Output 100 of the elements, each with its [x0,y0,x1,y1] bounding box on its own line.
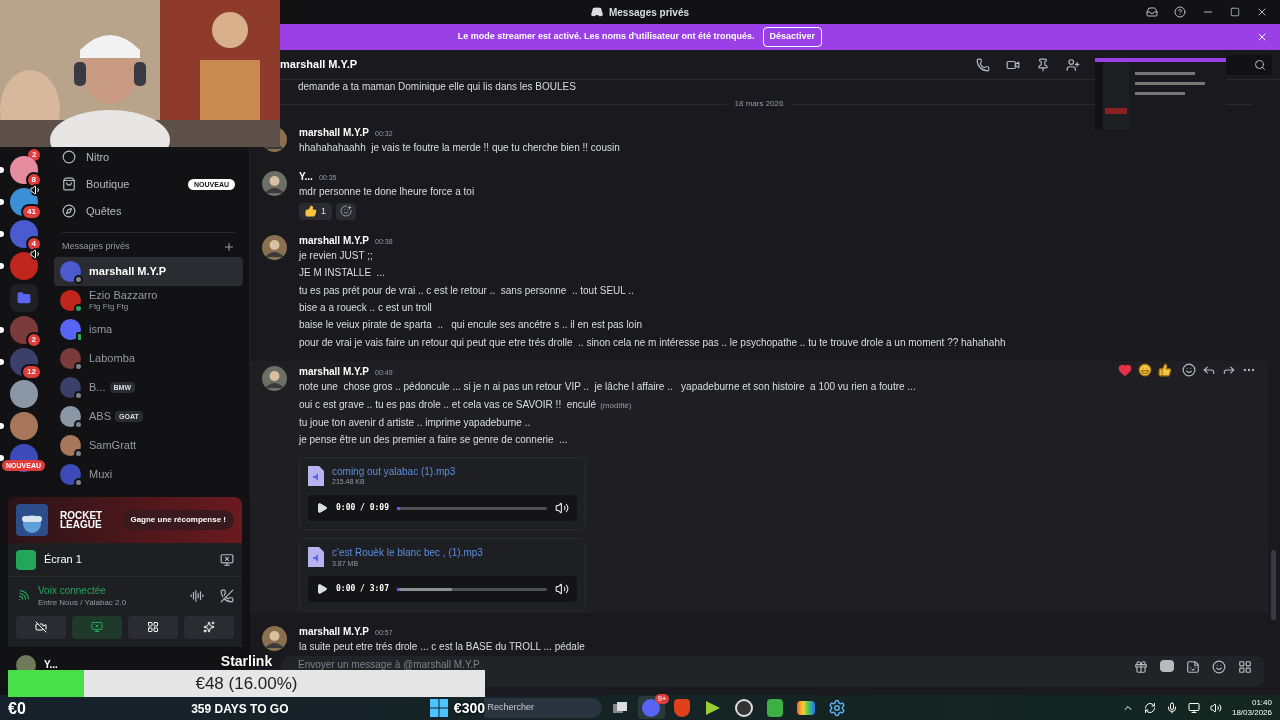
close-icon[interactable] [1256,31,1268,43]
goal-start: €0 [8,698,26,719]
dm-item[interactable]: Muxi [54,460,243,489]
notification-badge: 12 [21,364,42,380]
dm-item[interactable]: marshall M.Y.P [54,257,243,286]
avatar [262,171,287,197]
add-user-icon[interactable] [1066,57,1080,72]
hang-up-icon[interactable] [220,589,234,604]
dm-item[interactable]: isma [54,315,243,344]
voice-button[interactable] [72,615,122,639]
server-folder[interactable] [10,284,38,312]
sync-icon[interactable] [1143,701,1156,714]
file-link[interactable]: coming out yalabac (1).mp3 [332,465,456,479]
help-icon[interactable] [1174,6,1186,18]
promo-banner[interactable]: ROCKET LEAGUE Gagne une récompense ! [8,497,242,543]
voice-button[interactable] [128,615,178,639]
dm-name: B... [89,380,106,395]
disable-button[interactable]: Désactiver [762,27,823,47]
search-icon [1254,58,1266,71]
game-title: ROCKET LEAGUE [60,511,104,529]
heart-icon[interactable] [1118,363,1132,378]
compass-icon [62,204,76,218]
task-view-icon[interactable] [611,699,628,716]
add-reaction-icon [340,205,352,218]
audio-icon[interactable] [190,589,204,604]
stop-stream-icon[interactable] [220,552,234,567]
close-icon[interactable] [1256,6,1268,18]
stream-title: Écran 1 [44,552,83,568]
ring-icon [62,150,76,164]
thumbs-up-icon[interactable] [1158,363,1172,378]
server-icon[interactable]: 8 [10,156,38,184]
message-text: bise a a roueck .. c est un troll [299,301,433,316]
clock-date: 18/03/2026 [1231,707,1272,718]
playback-time: 0:00 / 0:09 [336,502,389,515]
message-text: tu es pas prét pour de vrai .. c est le retour .. sans personne .. tout SEUL .. [299,283,635,298]
date-divider: 18 mars 2026 [734,98,784,110]
camera-off-icon [35,621,47,633]
audio-file-icon [308,547,324,568]
avatar [262,626,287,652]
message-text: je pense être un des premier a faire se genre de connerie ... [299,433,569,448]
seek-track[interactable] [397,587,547,591]
voice-button[interactable] [16,615,66,639]
notification-badge: 8 [25,172,42,188]
phone-icon[interactable] [976,57,990,72]
inbox-icon[interactable] [1146,6,1158,18]
nav-item[interactable]: Quêtes [54,201,243,221]
dm-name: Muxi [89,467,113,482]
author-name[interactable]: Y... [299,169,313,185]
dm-name: Ezio Bazzarro [89,288,158,303]
gift-icon [1134,660,1148,674]
emoji-icon [1212,660,1226,674]
message-text: note une chose gros .. pédoncule ... si je n ai pas un retour VIP .. je lâche l affaire .. yapadeburne et son histoire a 100 vu rien a foutre ... [299,380,916,395]
emoji-icon[interactable] [1182,363,1196,378]
dm-item[interactable]: Ezio Bazzarro Ftg Ftg Ftg [54,286,243,315]
mic-icon[interactable] [1165,701,1178,714]
server-icon[interactable] [10,380,38,408]
message-text: hhahahahaahh je vais te foutre la merde !! que tu cherche bien !! cousin [299,141,620,155]
message-text: je revien JUST ;; [299,248,374,263]
play-icon[interactable] [316,502,328,515]
goal-target: €300 [453,699,485,718]
voice-status: Voix connectée [38,585,107,598]
server-icon[interactable]: 4 [10,220,38,248]
author-name[interactable]: marshall M.Y.P [299,125,370,140]
dm-name: isma [89,322,113,337]
dm-item[interactable]: SamGratt [54,431,243,460]
search-field[interactable] [1226,54,1272,75]
reaction[interactable]: 1 [299,202,332,220]
windows-start-icon[interactable] [429,698,448,717]
seek-track[interactable] [397,506,547,510]
author-name[interactable]: marshall M.Y.P [299,232,370,248]
add-reaction-button[interactable] [336,202,356,220]
thumbs-up-icon [305,205,317,218]
dm-item[interactable]: Labomba [54,344,243,373]
author-name[interactable]: marshall M.Y.P [299,624,370,640]
playback-time: 0:00 / 3:07 [336,583,389,596]
voice-button[interactable] [184,615,234,639]
server-icon[interactable]: 2 [10,316,38,344]
dm-name: marshall M.Y.P [89,264,167,279]
play-icon[interactable] [316,583,328,596]
network-icon[interactable] [1187,701,1200,714]
file-link[interactable]: c'est Rouèk le blanc bec , (1).mp3 [332,547,483,560]
reward-button[interactable]: Gagne une récompense ! [122,510,234,530]
add-icon[interactable] [223,241,235,253]
dm-name: Labomba [89,351,135,366]
volume-icon[interactable] [555,501,569,516]
screen-share-icon [16,549,36,570]
laughing-face-icon[interactable] [1138,363,1152,378]
message-text: pour de vrai je vais faire un retour qui peut que etre trés drolle .. sinon cela ne m intéresse pas .. le psychopathe .. tu te trouve drole a un moment ?? hahahahh [299,335,1006,350]
section-title: Messages privés [62,240,130,254]
scrollbar[interactable] [1271,550,1276,620]
volume-icon[interactable] [555,582,569,597]
nav-item[interactable]: Nitro [54,147,243,167]
maximize-icon[interactable] [1230,7,1240,17]
author-name[interactable]: marshall M.Y.P [299,364,370,380]
edited-label: (modifié) [600,399,632,412]
avatar [262,366,287,392]
volume-icon[interactable] [1209,701,1222,714]
pin-icon[interactable] [1036,57,1050,72]
screen-icon [91,621,103,633]
chat-title: marshall M.Y.P [280,57,359,73]
